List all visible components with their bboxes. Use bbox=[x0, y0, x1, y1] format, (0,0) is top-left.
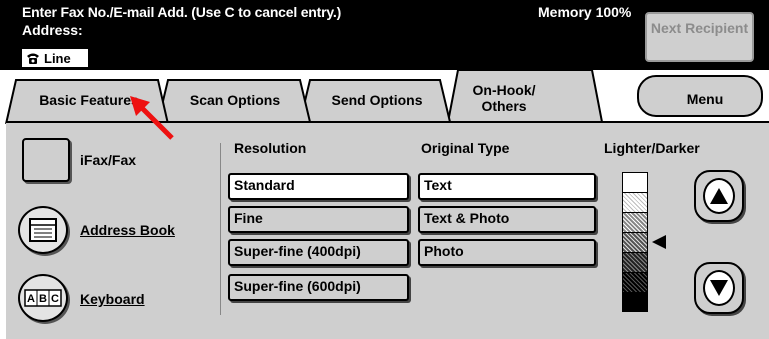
ifax-fax-label: iFax/Fax bbox=[80, 152, 137, 168]
tab-scan-options[interactable]: Scan Options bbox=[170, 92, 300, 108]
density-level-3 bbox=[623, 213, 647, 233]
original-type-option-text[interactable]: Text bbox=[418, 173, 596, 200]
density-level-7 bbox=[623, 293, 647, 311]
address-label: Address: bbox=[22, 22, 83, 38]
density-scale bbox=[622, 172, 648, 312]
tab-on-hook-others[interactable]: On-Hook/ Others bbox=[464, 82, 544, 114]
original-type-option-photo[interactable]: Photo bbox=[418, 239, 596, 266]
density-level-4 bbox=[623, 233, 647, 253]
panel-divider bbox=[220, 143, 221, 315]
address-book-button[interactable] bbox=[18, 206, 68, 254]
density-level-2 bbox=[623, 193, 647, 213]
line-label: Line bbox=[44, 50, 71, 66]
lighter-darker-heading: Lighter/Darker bbox=[604, 140, 700, 156]
density-level-1 bbox=[623, 173, 647, 193]
phone-icon bbox=[27, 53, 39, 64]
density-level-5 bbox=[623, 253, 647, 273]
density-level-6 bbox=[623, 273, 647, 293]
resolution-option-superfine-400[interactable]: Super-fine (400dpi) bbox=[228, 239, 409, 266]
svg-text:A: A bbox=[27, 293, 35, 305]
annotation-arrow-icon bbox=[130, 96, 174, 140]
tab-send-options[interactable]: Send Options bbox=[312, 92, 442, 108]
memory-status: Memory 100% bbox=[538, 4, 632, 20]
keyboard-button[interactable]: A B C bbox=[18, 274, 68, 322]
ifax-fax-button[interactable] bbox=[22, 138, 70, 182]
menu-button[interactable]: Menu bbox=[670, 91, 740, 107]
resolution-option-superfine-600[interactable]: Super-fine (600dpi) bbox=[228, 274, 409, 301]
lighter-button[interactable] bbox=[694, 170, 744, 222]
svg-text:C: C bbox=[51, 293, 59, 305]
address-book-icon bbox=[29, 218, 57, 242]
density-pointer-icon bbox=[652, 235, 666, 249]
darker-button[interactable] bbox=[694, 262, 744, 314]
instruction-text: Enter Fax No./E-mail Add. (Use C to canc… bbox=[22, 4, 342, 20]
address-book-label[interactable]: Address Book bbox=[80, 222, 175, 238]
resolution-heading: Resolution bbox=[234, 140, 307, 156]
original-type-heading: Original Type bbox=[421, 140, 510, 156]
svg-text:B: B bbox=[39, 293, 47, 305]
resolution-option-fine[interactable]: Fine bbox=[228, 206, 409, 233]
next-recipient-button[interactable]: Next Recipient bbox=[645, 12, 754, 62]
header-bar: Enter Fax No./E-mail Add. (Use C to canc… bbox=[0, 0, 769, 70]
resolution-option-standard[interactable]: Standard bbox=[228, 173, 409, 200]
triangle-down-icon bbox=[710, 280, 728, 296]
original-type-option-text-photo[interactable]: Text & Photo bbox=[418, 206, 596, 233]
keyboard-label[interactable]: Keyboard bbox=[80, 291, 145, 307]
triangle-up-icon bbox=[710, 188, 728, 204]
address-line-field[interactable]: Line bbox=[22, 49, 88, 67]
keyboard-icon: A B C bbox=[24, 289, 62, 307]
